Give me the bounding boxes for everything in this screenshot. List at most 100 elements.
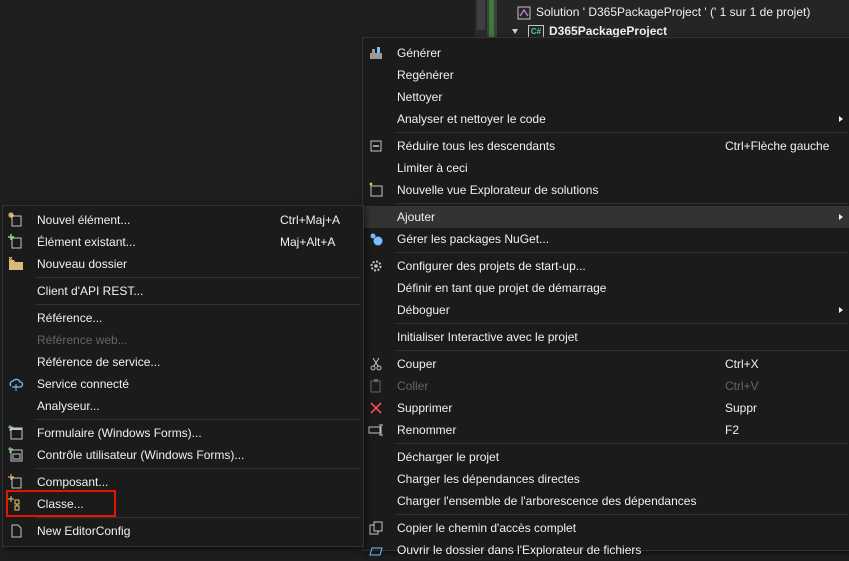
menu-label: Couper (397, 357, 437, 371)
submenu-reference[interactable]: Référence... (3, 307, 363, 329)
submenu-windows-form[interactable]: Formulaire (Windows Forms)... (3, 422, 363, 444)
menu-load-dep-tree[interactable]: Charger l'ensemble de l'arborescence des… (363, 490, 849, 512)
menu-separator (395, 132, 848, 133)
menu-separator (395, 350, 848, 351)
submenu-new-editorconfig[interactable]: New EditorConfig (3, 520, 363, 542)
menu-label: Client d'API REST... (37, 284, 144, 298)
project-label: D365PackageProject (549, 24, 668, 38)
menu-label: Regénérer (397, 68, 454, 82)
submenu-connected-service[interactable]: Service connecté (3, 373, 363, 395)
solution-icon (517, 6, 531, 20)
menu-label: Décharger le projet (397, 450, 500, 464)
menu-label: Nouveau dossier (37, 257, 128, 271)
menu-label: Définir en tant que projet de démarrage (397, 281, 607, 295)
submenu-arrow-icon (839, 116, 843, 122)
folder-icon (8, 256, 23, 270)
menu-separator (35, 419, 361, 420)
scrollbar-thumb[interactable] (477, 0, 485, 30)
menu-add[interactable]: Ajouter (363, 206, 849, 228)
menu-analyze-cleanup[interactable]: Analyser et nettoyer le code (363, 108, 849, 130)
expand-arrow-icon[interactable] (512, 29, 518, 35)
menu-label: Configurer des projets de start-up... (397, 259, 586, 273)
menu-label: Déboguer (397, 303, 450, 317)
submenu-new-folder[interactable]: Nouveau dossier (3, 253, 363, 275)
menu-label: Supprimer (397, 401, 453, 415)
collapse-icon (370, 140, 382, 152)
menu-label: Nouvelle vue Explorateur de solutions (397, 183, 599, 197)
component-icon (8, 474, 22, 489)
menu-separator (395, 203, 848, 204)
menu-label: Référence de service... (37, 355, 161, 369)
menu-init-interactive[interactable]: Initialiser Interactive avec le projet (363, 326, 849, 348)
menu-label: Ajouter (397, 210, 436, 224)
menu-label: Gérer les packages NuGet... (397, 232, 550, 246)
submenu-existing-item[interactable]: Élément existant... Maj+Alt+A (3, 231, 363, 253)
open-folder-icon (369, 547, 383, 556)
menu-separator (395, 443, 848, 444)
menu-separator (35, 468, 361, 469)
menu-shortcut: F2 (725, 423, 740, 437)
submenu-web-reference[interactable]: Référence web... (3, 329, 363, 351)
menu-label: Ouvrir le dossier dans l'Explorateur de … (397, 543, 642, 557)
menu-label: Générer (397, 46, 442, 60)
user-control-icon (8, 447, 23, 462)
menu-label: Initialiser Interactive avec le projet (397, 330, 578, 344)
menu-label: Contrôle utilisateur (Windows Forms)... (37, 448, 245, 462)
submenu-arrow-icon (839, 307, 843, 313)
menu-separator (35, 304, 361, 305)
menu-rename[interactable]: Renommer F2 (363, 419, 849, 441)
menu-new-explorer-view[interactable]: Nouvelle vue Explorateur de solutions (363, 179, 849, 201)
menu-manage-nuget[interactable]: Gérer les packages NuGet... (363, 228, 849, 250)
menu-label: Référence... (37, 311, 103, 325)
menu-open-in-explorer[interactable]: Ouvrir le dossier dans l'Explorateur de … (363, 539, 849, 561)
menu-set-startup[interactable]: Définir en tant que projet de démarrage (363, 277, 849, 299)
rename-icon (368, 424, 383, 436)
menu-shortcut: Ctrl+Flèche gauche (725, 139, 830, 153)
menu-shortcut: Maj+Alt+A (280, 235, 336, 249)
menu-build[interactable]: Générer (363, 42, 849, 64)
menu-clean[interactable]: Nettoyer (363, 86, 849, 108)
submenu-arrow-icon (839, 214, 843, 220)
build-icon (370, 47, 382, 59)
menu-separator (395, 514, 848, 515)
submenu-analyzer[interactable]: Analyseur... (3, 395, 363, 417)
menu-cut[interactable]: Couper Ctrl+X (363, 353, 849, 375)
new-item-icon (8, 212, 22, 227)
menu-delete[interactable]: Supprimer Suppr (363, 397, 849, 419)
menu-label: Nouvel élément... (37, 213, 131, 227)
menu-load-direct-deps[interactable]: Charger les dépendances directes (363, 468, 849, 490)
submenu-user-control[interactable]: Contrôle utilisateur (Windows Forms)... (3, 444, 363, 466)
menu-copy-full-path[interactable]: Copier le chemin d'accès complet (363, 517, 849, 539)
menu-shortcut: Ctrl+Maj+A (280, 213, 341, 227)
menu-shortcut: Ctrl+X (725, 357, 759, 371)
menu-separator (395, 252, 848, 253)
copy-icon (369, 521, 383, 535)
project-context-menu: Générer Regénérer Nettoyer Analyser et n… (362, 37, 849, 557)
menu-paste[interactable]: Coller Ctrl+V (363, 375, 849, 397)
solution-label: Solution ' D365PackageProject ' (' 1 sur… (536, 5, 811, 19)
menu-scope-to-this[interactable]: Limiter à ceci (363, 157, 849, 179)
menu-label: Charger les dépendances directes (397, 472, 580, 486)
menu-configure-startup[interactable]: Configurer des projets de start-up... (363, 255, 849, 277)
menu-separator (395, 323, 848, 324)
menu-unload-project[interactable]: Décharger le projet (363, 446, 849, 468)
submenu-service-reference[interactable]: Référence de service... (3, 351, 363, 373)
menu-rebuild[interactable]: Regénérer (363, 64, 849, 86)
menu-label: Copier le chemin d'accès complet (397, 521, 577, 535)
new-view-icon (369, 182, 383, 197)
menu-label: Charger l'ensemble de l'arborescence des… (397, 494, 697, 508)
connected-service-icon (9, 378, 24, 391)
menu-label: Élément existant... (37, 235, 136, 249)
submenu-new-item[interactable]: Nouvel élément... Ctrl+Maj+A (3, 209, 363, 231)
menu-shortcut: Suppr (725, 401, 758, 415)
menu-label: Référence web... (37, 333, 128, 347)
scissors-icon (370, 357, 382, 371)
menu-label: Analyseur... (37, 399, 100, 413)
menu-collapse-all[interactable]: Réduire tous les descendants Ctrl+Flèche… (363, 135, 849, 157)
menu-label: Coller (397, 379, 429, 393)
editorconfig-icon (11, 524, 22, 538)
menu-label: Limiter à ceci (397, 161, 468, 175)
submenu-rest-client[interactable]: Client d'API REST... (3, 280, 363, 302)
solution-node[interactable]: Solution ' D365PackageProject ' (' 1 sur… (517, 2, 810, 22)
menu-debug[interactable]: Déboguer (363, 299, 849, 321)
